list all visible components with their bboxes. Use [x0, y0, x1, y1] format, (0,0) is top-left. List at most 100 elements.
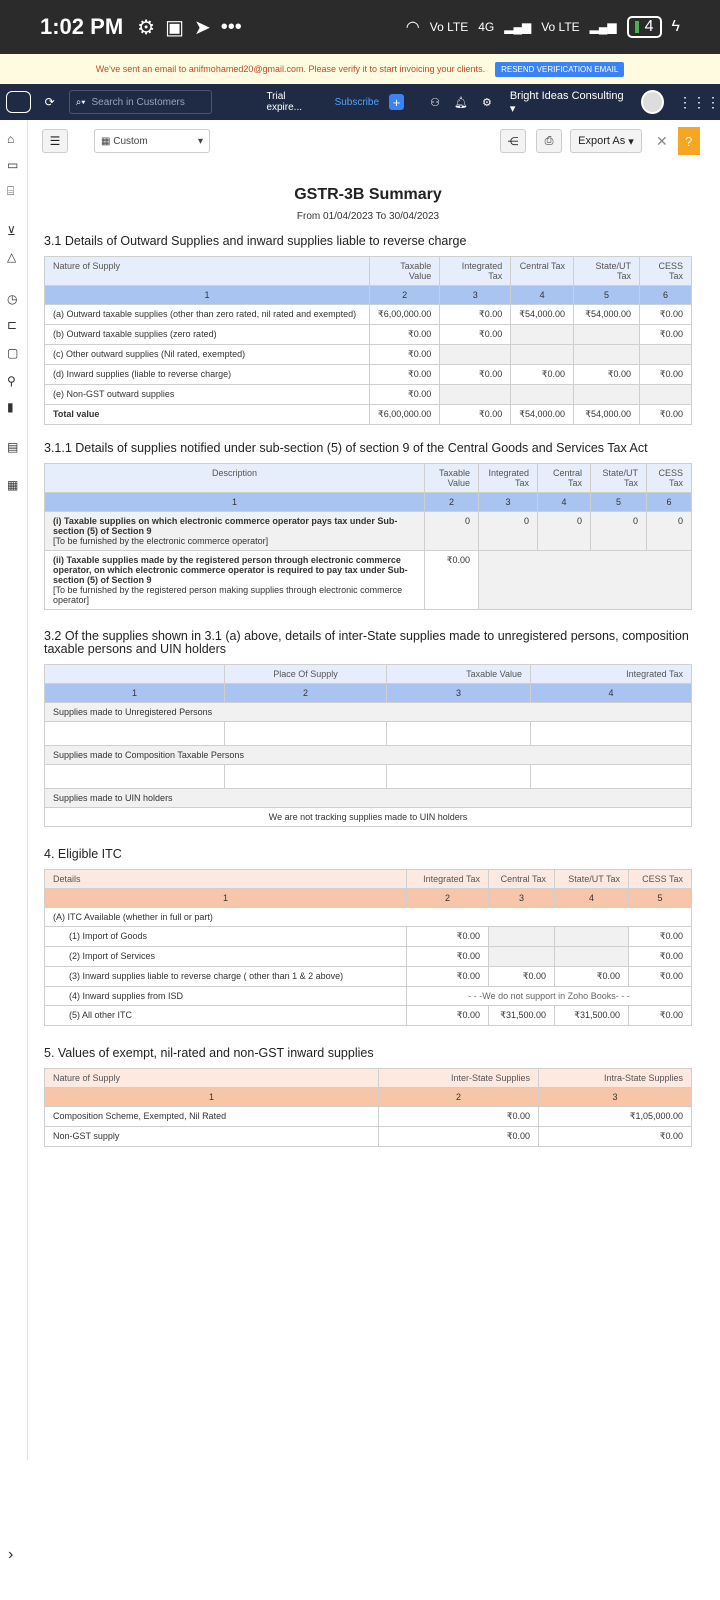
table-row: (i) Taxable supplies on which electronic…: [44, 511, 692, 551]
column-header: Integrated Tax: [530, 664, 692, 684]
verification-banner: We've sent an email to anifmohamed20@gma…: [0, 54, 720, 84]
table-row: [44, 764, 692, 789]
history-icon[interactable]: ⟳: [45, 95, 55, 109]
charging-icon: ϟ: [671, 18, 680, 35]
contacts-icon[interactable]: ⚲: [7, 374, 16, 388]
column-header: CESS Tax: [639, 256, 692, 286]
group-row: Supplies made to Composition Taxable Per…: [44, 745, 692, 765]
expand-sidebar-icon[interactable]: ›: [8, 1546, 13, 1564]
section-3-1-heading: 3.1 Details of Outward Supplies and inwa…: [44, 234, 467, 248]
close-icon[interactable]: ✕: [656, 133, 668, 150]
group-row: (A) ITC Available (whether in full or pa…: [44, 907, 692, 927]
print-button[interactable]: ⎙: [536, 129, 562, 153]
search-input[interactable]: Search in Customers: [92, 97, 185, 108]
purchase-icon[interactable]: △: [7, 250, 16, 264]
apps-grid-icon[interactable]: ⋮⋮⋮: [678, 94, 720, 111]
battery-icon: 4: [626, 16, 662, 38]
table-row: Non-GST supply ₹0.00 ₹0.00: [44, 1126, 692, 1147]
apps-icon[interactable]: ▦: [7, 478, 18, 492]
app-logo[interactable]: [6, 91, 31, 113]
chevron-down-icon: ▾: [197, 135, 203, 147]
message-icon: ▣: [165, 16, 184, 39]
column-header: State/UT Tax: [554, 869, 629, 889]
table-row: (5) All other ITC ₹0.00 ₹31,500.00 ₹31,500.…: [44, 1005, 692, 1026]
column-header: State/UT Tax: [590, 463, 647, 493]
subscribe-link[interactable]: Subscribe: [335, 97, 379, 108]
column-header: Description: [44, 463, 425, 493]
column-header: Details: [44, 869, 407, 889]
table-row: (a) Outward taxable supplies (other than…: [44, 304, 692, 325]
time-icon[interactable]: ◷: [7, 292, 17, 306]
column-header: Place Of Supply: [224, 664, 387, 684]
network-label: 4G: [478, 20, 495, 34]
group-row: Supplies made to UIN holders: [44, 788, 692, 808]
wifi-icon: ◠: [405, 19, 420, 36]
column-number-row: 12345: [44, 888, 692, 908]
section-3-1-table: Nature of Supply Taxable Value Integrate…: [44, 256, 692, 425]
section-4-heading: 4. Eligible ITC: [44, 847, 122, 861]
date-range-select[interactable]: ▦ Custom ▾: [94, 129, 210, 153]
column-header: Central Tax: [488, 869, 555, 889]
bell-icon[interactable]: 🔔︎: [454, 96, 468, 109]
folder-icon[interactable]: ▤: [7, 440, 18, 454]
avatar[interactable]: [641, 90, 664, 114]
trial-status: Trial expire...: [266, 91, 303, 113]
table-row: (d) Inward supplies (liable to reverse c…: [44, 364, 692, 385]
items-icon[interactable]: ▭: [7, 158, 18, 172]
banking-icon[interactable]: ⌸: [7, 184, 14, 199]
reports-icon[interactable]: ▮: [7, 400, 14, 414]
home-icon[interactable]: ⌂: [7, 132, 14, 146]
delivery-icon[interactable]: ⊏: [7, 318, 17, 332]
cart-icon[interactable]: ⊻: [7, 224, 16, 238]
total-row: Total value ₹6,00,000.00 ₹0.00 ₹54,000.00 ₹5…: [44, 404, 692, 425]
lte-badge-2: Vo LTE: [541, 20, 580, 34]
table-row: [44, 721, 692, 746]
section-3-1-1-heading: 3.1.1 Details of supplies notified under…: [44, 441, 648, 455]
section-4-table: Details Integrated Tax Central Tax State…: [44, 869, 692, 1026]
table-row: (4) Inward supplies from ISD - - -We do n…: [44, 986, 692, 1006]
date-range-value[interactable]: ▦ Custom: [101, 136, 148, 147]
more-icon: •••: [220, 15, 242, 38]
table-row: (ii) Taxable supplies made by the regist…: [44, 550, 692, 610]
share-button[interactable]: ⋲: [500, 129, 526, 153]
column-number-row: 123456: [44, 492, 692, 512]
column-number-row: 1234: [44, 683, 692, 703]
table-row: (3) Inward supplies liable to reverse ch…: [44, 966, 692, 987]
help-button[interactable]: ?: [677, 127, 700, 155]
report-body: GSTR-3B Summary From 01/04/2023 To 30/04…: [44, 186, 692, 1147]
column-header: CESS Tax: [628, 869, 692, 889]
table-header: Place Of Supply Taxable Value Integrated…: [44, 664, 692, 684]
table-header: Details Integrated Tax Central Tax State…: [44, 869, 692, 889]
column-header: Nature of Supply: [44, 256, 370, 286]
section-3-2-heading: 3.2 Of the supplies shown in 3.1 (a) abo…: [44, 629, 689, 656]
resend-verification-button[interactable]: RESEND VERIFICATION EMAIL: [495, 61, 625, 77]
table-row: Composition Scheme, Exempted, Nil Rated ₹…: [44, 1106, 692, 1127]
column-header: Integrated Tax: [406, 869, 489, 889]
column-header: Taxable Value: [424, 463, 479, 493]
settings-icon[interactable]: ⚙: [482, 96, 492, 109]
section-3-2-table: Place Of Supply Taxable Value Integrated…: [44, 664, 692, 827]
column-header: Central Tax: [510, 256, 575, 286]
organization-switcher[interactable]: Bright Ideas Consulting ▾: [510, 90, 625, 115]
banner-message: We've sent an email to anifmohamed20@gma…: [95, 64, 486, 74]
lte-badge: Vo LTE: [429, 20, 469, 34]
signal-icon-2: ▂▄▆: [589, 20, 617, 34]
column-header: Taxable Value: [368, 256, 441, 286]
group-row: Supplies made to Unregistered Persons: [44, 702, 692, 722]
table-row: (e) Non-GST outward supplies ₹0.00: [44, 384, 692, 405]
share-icon: ⋲: [507, 135, 519, 148]
column-header: Integrated Tax: [439, 256, 512, 286]
documents-icon[interactable]: ▢: [7, 346, 18, 360]
table-row: (c) Other outward supplies (Nil rated, e…: [44, 344, 692, 365]
table-header: Nature of Supply Taxable Value Integrate…: [44, 256, 692, 286]
search-box[interactable]: ⌕▾ Search in Customers: [68, 90, 213, 114]
report-title: GSTR-3B Summary: [294, 186, 442, 203]
column-header: Taxable Value: [386, 664, 531, 684]
quick-create-button[interactable]: +: [389, 94, 405, 110]
search-icon[interactable]: ⌕▾: [76, 97, 86, 108]
report-period: From 01/04/2023 To 30/04/2023: [296, 211, 440, 222]
table-row: (1) Import of Goods ₹0.00 ₹0.00: [44, 926, 692, 947]
users-icon[interactable]: ⚇: [430, 96, 440, 109]
export-button[interactable]: Export As ▾: [570, 129, 642, 153]
menu-button[interactable]: ☰: [42, 129, 68, 153]
